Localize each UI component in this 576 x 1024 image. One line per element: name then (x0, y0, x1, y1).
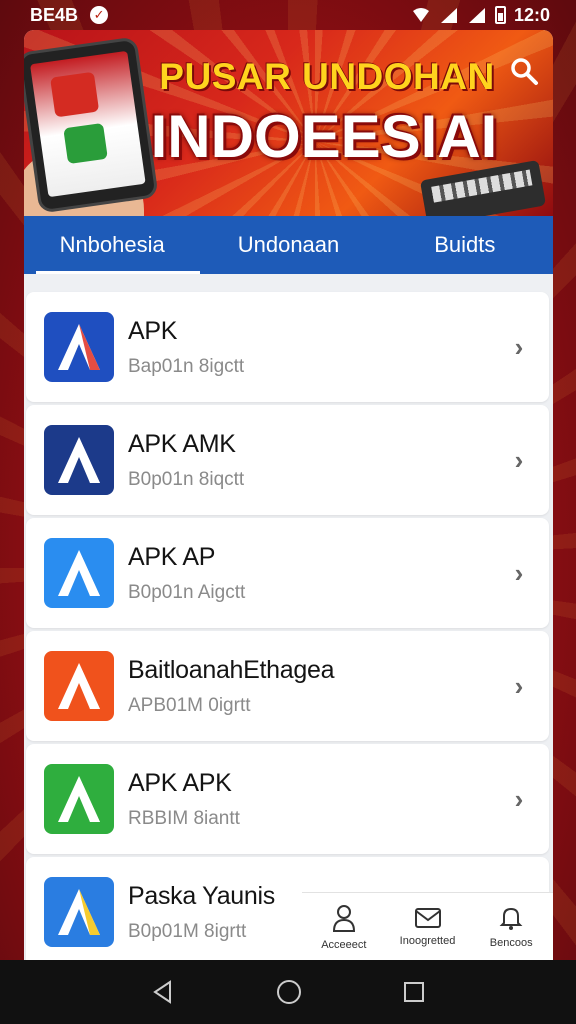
nav-notifications[interactable]: Bencoos (469, 893, 553, 960)
bottom-nav: Acceeect Inoogretted Bencoos (302, 892, 553, 960)
app-icon (44, 538, 114, 608)
app-title: APK (128, 316, 178, 345)
nav-messages[interactable]: Inoogretted (386, 893, 470, 960)
app-subtitle: B0p01n Aigctt (128, 581, 246, 603)
nav-messages-label: Inoogretted (399, 934, 456, 947)
letter-a-icon (58, 437, 100, 483)
status-time: 12:0 (513, 4, 550, 25)
hero-banner: PUSAR UNDOHAN INDOEESIAI (24, 30, 553, 216)
list-item[interactable]: APK Bap01n 8igctt › (26, 292, 549, 402)
app-subtitle: RBBIM 8iantt (128, 807, 240, 829)
chevron-right-icon: › (514, 557, 524, 588)
chevron-right-icon: › (514, 444, 524, 475)
recents-icon[interactable] (402, 980, 426, 1004)
check-icon: ✓ (90, 6, 109, 24)
letter-a-icon (58, 889, 100, 935)
signal-icon (440, 8, 457, 23)
signal-icon-2 (468, 8, 485, 23)
list-item[interactable]: APK AP B0p01n Aigctt › (26, 518, 549, 628)
status-clock: BE4B (30, 4, 79, 25)
nav-account-label: Acceeect (321, 938, 367, 951)
app-title: APK AP (128, 542, 216, 571)
home-icon[interactable] (275, 978, 303, 1006)
nav-account[interactable]: Acceeect (302, 893, 386, 960)
search-icon[interactable] (509, 56, 539, 86)
battery-icon (494, 6, 506, 24)
nav-notifications-label: Bencoos (489, 936, 533, 949)
back-icon[interactable] (150, 979, 176, 1005)
app-icon (44, 312, 114, 382)
tab-buidts[interactable]: Buidts (377, 216, 553, 274)
wifi-icon (412, 8, 429, 22)
chevron-right-icon: › (514, 783, 524, 814)
list-item[interactable]: BaitloanahEthagea APB01M 0igrtt › (26, 631, 549, 741)
app-icon (44, 877, 114, 947)
mail-icon (414, 907, 441, 928)
app-list: APK Bap01n 8igctt › APK AMK B0p01n 8iqct… (24, 274, 553, 960)
app-subtitle: Bap01n 8igctt (128, 355, 245, 377)
tab-bar: Nnbohesia Undonaan Buidts (24, 216, 553, 274)
person-icon (332, 904, 355, 932)
banner-headline: INDOEESIAI (150, 103, 498, 170)
app-subtitle: B0p01n 8iqctt (128, 468, 245, 490)
tab-nnbohesia[interactable]: Nnbohesia (24, 216, 201, 274)
app-icon (44, 764, 114, 834)
app-icon (44, 425, 114, 495)
app-title: APK APK (128, 768, 232, 797)
chevron-right-icon: › (514, 331, 524, 362)
app-title: BaitloanahEthagea (128, 655, 335, 684)
letter-a-icon (58, 663, 100, 709)
tab-undonaan[interactable]: Undonaan (200, 216, 376, 274)
bell-icon (499, 907, 523, 930)
letter-a-icon (58, 550, 100, 596)
chevron-right-icon: › (514, 670, 524, 701)
letter-a-icon (58, 324, 100, 370)
status-bar: BE4B ✓ 12:0 (0, 0, 576, 30)
system-nav-bar (0, 960, 576, 1024)
app-window: PUSAR UNDOHAN INDOEESIAI Nnbohesia Undon… (24, 30, 553, 960)
app-icon (44, 651, 114, 721)
banner-title: PUSAR UNDOHAN (159, 56, 495, 97)
app-title: APK AMK (128, 429, 236, 458)
list-item[interactable]: APK AMK B0p01n 8iqctt › (26, 405, 549, 515)
app-subtitle: APB01M 0igrtt (128, 694, 251, 716)
letter-a-icon (58, 776, 100, 822)
list-item[interactable]: APK APK RBBIM 8iantt › (26, 744, 549, 854)
